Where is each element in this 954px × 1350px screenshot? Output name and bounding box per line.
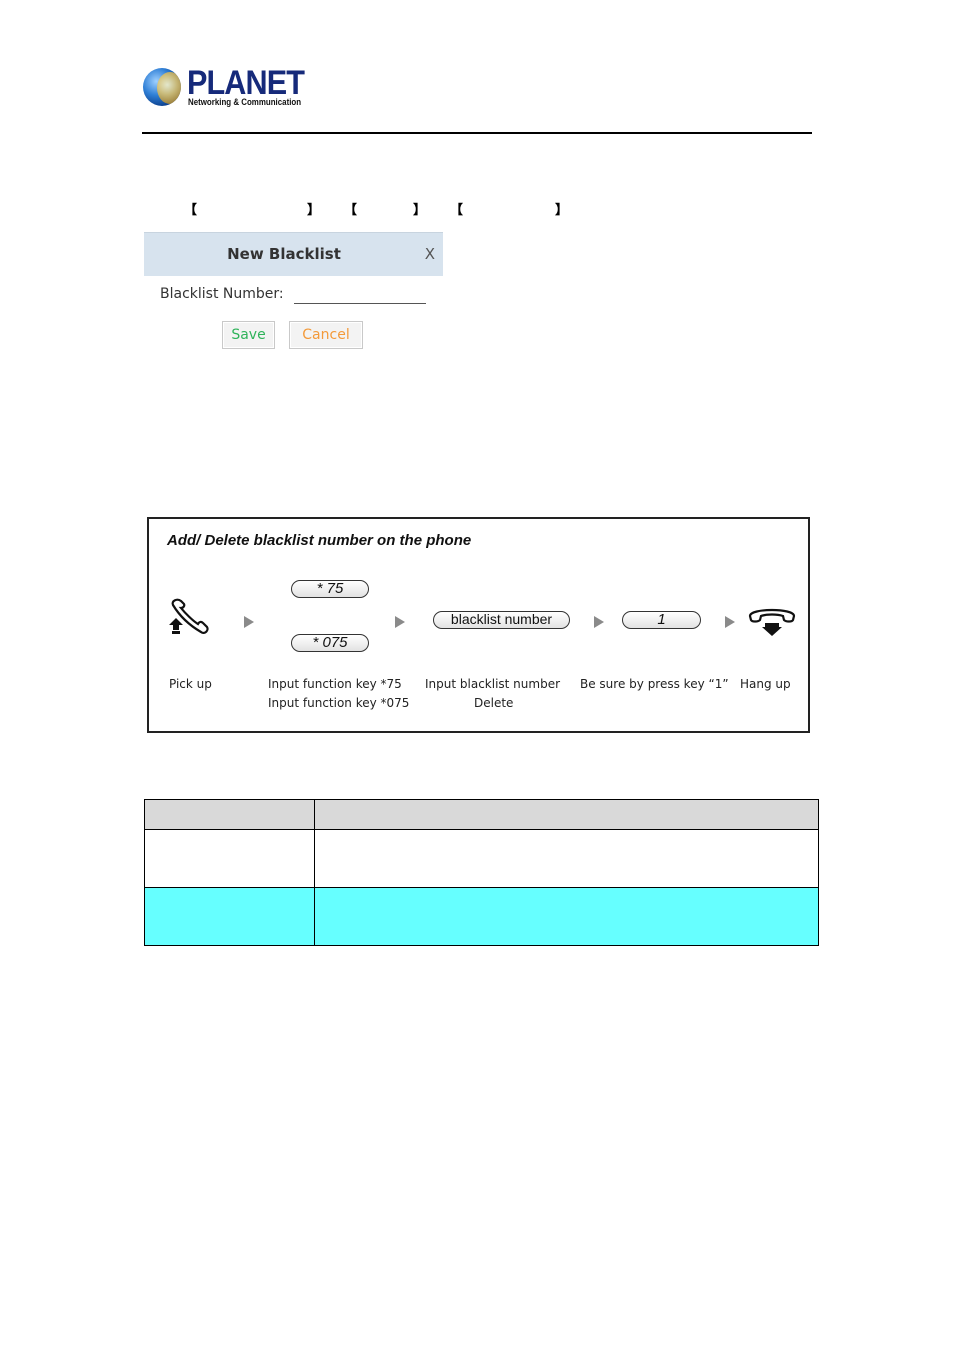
table-header-cell bbox=[314, 799, 819, 830]
path-bracket-open-2: 【 bbox=[344, 203, 358, 218]
table-header-row bbox=[144, 799, 819, 830]
save-button[interactable]: Save bbox=[222, 321, 275, 349]
close-icon[interactable]: X bbox=[425, 245, 435, 263]
blacklist-number-label: Blacklist Number: bbox=[160, 286, 284, 302]
parameter-table bbox=[144, 799, 819, 946]
planet-logo: PLANET Networking & Communication bbox=[143, 64, 305, 110]
key-1: 1 bbox=[622, 611, 701, 629]
path-bracket-open-1: 【 bbox=[184, 203, 198, 218]
step-label-press-key-1: Be sure by press key “1” bbox=[580, 677, 729, 691]
cancel-button[interactable]: Cancel bbox=[289, 321, 363, 349]
key-star-75: * 75 bbox=[291, 580, 369, 598]
phone-pickup-icon bbox=[169, 598, 209, 635]
table-row-highlighted bbox=[144, 887, 819, 946]
key-blacklist-number: blacklist number bbox=[433, 611, 570, 629]
table-cell bbox=[314, 829, 819, 888]
key-star-075: * 075 bbox=[291, 634, 369, 652]
path-bracket-close-3: 】 bbox=[555, 203, 569, 218]
blacklist-phone-diagram: Add/ Delete blacklist number on the phon… bbox=[147, 517, 810, 733]
step-label-pick-up: Pick up bbox=[169, 677, 212, 691]
logo-tagline: Networking & Communication bbox=[188, 97, 302, 107]
blacklist-number-input[interactable] bbox=[294, 285, 426, 304]
table-row bbox=[144, 829, 819, 888]
step-label-function-key-75: Input function key *75 bbox=[268, 677, 402, 691]
arrow-icon bbox=[395, 616, 405, 628]
table-header-cell bbox=[144, 799, 315, 830]
arrow-icon bbox=[594, 616, 604, 628]
arrow-icon bbox=[244, 616, 254, 628]
step-label-function-key-075: Input function key *075 bbox=[268, 696, 410, 710]
step-label-input-number: Input blacklist number bbox=[425, 677, 561, 691]
path-bracket-close-1: 】 bbox=[307, 203, 321, 218]
arrow-icon bbox=[725, 616, 735, 628]
dialog-title: New Blacklist bbox=[227, 245, 341, 263]
path-bracket-close-2: 】 bbox=[413, 203, 427, 218]
header-divider bbox=[142, 132, 812, 134]
step-label-hang-up: Hang up bbox=[740, 677, 791, 691]
table-cell bbox=[144, 887, 315, 946]
globe-icon bbox=[143, 68, 181, 106]
dialog-header: New Blacklist X bbox=[144, 232, 443, 276]
phone-hangup-icon bbox=[748, 608, 796, 636]
table-cell bbox=[314, 887, 819, 946]
table-cell bbox=[144, 829, 315, 888]
diagram-title: Add/ Delete blacklist number on the phon… bbox=[167, 532, 472, 549]
step-label-delete: Delete bbox=[474, 696, 514, 710]
path-bracket-open-3: 【 bbox=[450, 203, 464, 218]
new-blacklist-dialog: New Blacklist X Blacklist Number: Save C… bbox=[144, 232, 443, 362]
